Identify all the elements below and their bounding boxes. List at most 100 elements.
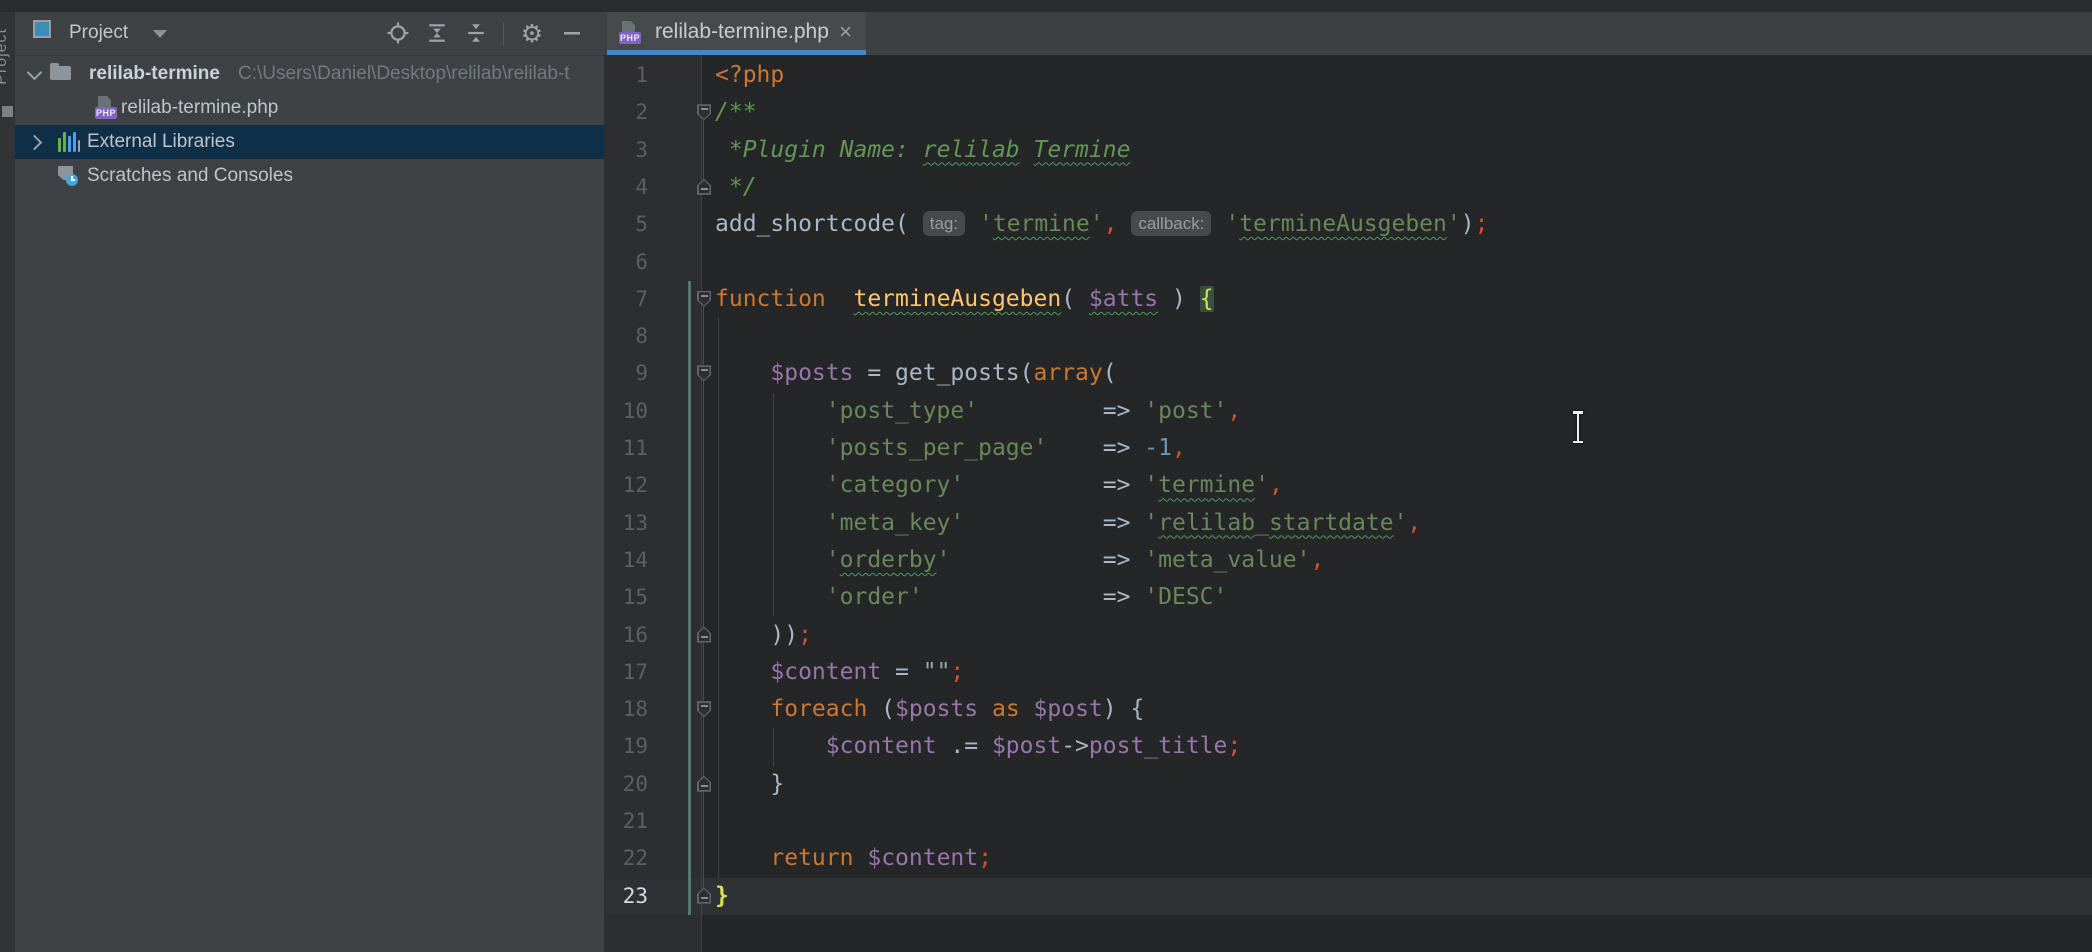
code-token: , [1310, 547, 1324, 573]
libraries-icon [58, 132, 80, 152]
code-line-13[interactable]: 'meta_key' => 'relilab_startdate', [715, 505, 1421, 542]
code-token: return [770, 845, 853, 871]
line-number-14[interactable]: 14 [604, 542, 648, 579]
line-number-8[interactable]: 8 [604, 318, 648, 355]
code-token: ; [1227, 733, 1241, 759]
code-line-3[interactable]: *Plugin Name: relilab Termine [715, 132, 1130, 169]
line-number-5[interactable]: 5 [604, 206, 648, 243]
code-token: array [1034, 360, 1103, 386]
code-token: /** [715, 99, 757, 125]
line-number-9[interactable]: 9 [604, 355, 648, 392]
code-token: relilab [923, 137, 1020, 163]
code-token [1020, 137, 1034, 163]
code-token: ; [950, 659, 964, 685]
tree-row-project-root[interactable]: relilab-termine C:\Users\Daniel\Desktop\… [15, 57, 604, 91]
line-number-23[interactable]: 23 [604, 878, 648, 915]
code-line-4[interactable]: */ [715, 169, 757, 206]
hide-panel-button[interactable] [558, 19, 586, 47]
line-number-17[interactable]: 17 [604, 654, 648, 691]
line-number-11[interactable]: 11 [604, 430, 648, 467]
line-number-20[interactable]: 20 [604, 766, 648, 803]
chevron-expanded-icon[interactable] [27, 65, 43, 81]
code-token [1117, 211, 1131, 237]
code-line-23[interactable]: } [715, 878, 729, 915]
settings-button[interactable]: ⚙ [518, 19, 546, 47]
code-line-15[interactable]: 'order' => 'DESC' [715, 579, 1227, 616]
code-line-7[interactable]: function termineAusgeben( $atts ) { [715, 281, 1214, 318]
code-token: ' [1144, 510, 1158, 536]
editor-tab-bar: PHP relilab-termine.php × [604, 12, 2092, 55]
tool-strip-icon[interactable] [2, 106, 13, 117]
code-editor[interactable]: 1234567891011121314151617181920212223 <?… [604, 55, 2092, 952]
collapse-all-button[interactable] [462, 19, 490, 47]
code-token: = get_posts( [853, 360, 1033, 386]
code-token [715, 398, 826, 424]
line-number-16[interactable]: 16 [604, 617, 648, 654]
line-number-7[interactable]: 7 [604, 281, 648, 318]
code-token: 'meta_key' [826, 510, 964, 536]
code-line-9[interactable]: $posts = get_posts(array( [715, 355, 1117, 392]
chevron-collapsed-icon[interactable] [27, 135, 43, 151]
line-number-2[interactable]: 2 [604, 94, 648, 131]
code-line-19[interactable]: $content .= $post->post_title; [715, 728, 1241, 765]
code-token [715, 584, 826, 610]
line-number-1[interactable]: 1 [604, 57, 648, 94]
window-top-strip [0, 0, 2092, 12]
code-token: foreach [770, 696, 867, 722]
code-line-18[interactable]: foreach ($posts as $post) { [715, 691, 1144, 728]
php-file-label: relilab-termine.php [121, 97, 278, 119]
code-line-12[interactable]: 'category' => 'termine', [715, 467, 1283, 504]
tree-row-external-libraries[interactable]: External Libraries [15, 125, 604, 159]
tree-row-scratches[interactable]: Scratches and Consoles [15, 159, 604, 193]
expand-all-button[interactable] [423, 19, 451, 47]
chevron-down-icon[interactable] [153, 30, 167, 38]
tree-row-php-file[interactable]: PHP relilab-termine.php [15, 91, 604, 125]
code-line-10[interactable]: 'post_type' => 'post', [715, 393, 1241, 430]
code-line-2[interactable]: /** [715, 94, 757, 131]
code-token [1020, 696, 1034, 722]
folder-icon [50, 66, 71, 80]
line-number-3[interactable]: 3 [604, 132, 648, 169]
project-panel-title[interactable]: Project [69, 22, 128, 44]
php-file-icon: PHP [95, 96, 117, 120]
code-line-14[interactable]: 'orderby' => 'meta_value', [715, 542, 1324, 579]
line-number-4[interactable]: 4 [604, 169, 648, 206]
line-number-6[interactable]: 6 [604, 244, 648, 281]
code-token: , [1407, 510, 1421, 536]
code-line-16[interactable]: )); [715, 617, 812, 654]
fold-range-line [703, 120, 704, 181]
line-number-10[interactable]: 10 [604, 393, 648, 430]
line-number-13[interactable]: 13 [604, 505, 648, 542]
close-icon[interactable]: × [839, 19, 852, 45]
code-token [715, 659, 770, 685]
project-tool-button[interactable]: Project [0, 28, 11, 85]
project-panel-header: Project [15, 12, 604, 56]
code-line-22[interactable]: return $content; [715, 840, 992, 877]
line-number-12[interactable]: 12 [604, 467, 648, 504]
code-token: *Plugin Name: [715, 137, 923, 163]
project-panel: Project [15, 12, 604, 952]
line-number-21[interactable]: 21 [604, 803, 648, 840]
line-number-15[interactable]: 15 [604, 579, 648, 616]
code-token [715, 733, 826, 759]
code-token: add_shortcode( [715, 211, 923, 237]
code-token: startdate [1269, 510, 1394, 536]
code-token: $post [1034, 696, 1103, 722]
code-token [978, 696, 992, 722]
code-token: => [950, 547, 1144, 573]
code-token: termineAusgeben [853, 286, 1061, 312]
parameter-hint: callback: [1131, 211, 1211, 236]
line-number-22[interactable]: 22 [604, 840, 648, 877]
code-line-11[interactable]: 'posts_per_page' => -1, [715, 430, 1186, 467]
tab-relilab-termine[interactable]: PHP relilab-termine.php × [607, 12, 866, 55]
line-number-19[interactable]: 19 [604, 728, 648, 765]
code-token: ; [798, 622, 812, 648]
line-number-18[interactable]: 18 [604, 691, 648, 728]
code-line-1[interactable]: <?php [715, 57, 784, 94]
code-line-5[interactable]: add_shortcode( tag: 'termine', callback:… [715, 206, 1488, 243]
code-line-17[interactable]: $content = ""; [715, 654, 964, 691]
code-line-20[interactable]: } [715, 766, 784, 803]
locate-file-button[interactable] [384, 19, 412, 47]
code-token [715, 547, 826, 573]
code-token: ; [978, 845, 992, 871]
